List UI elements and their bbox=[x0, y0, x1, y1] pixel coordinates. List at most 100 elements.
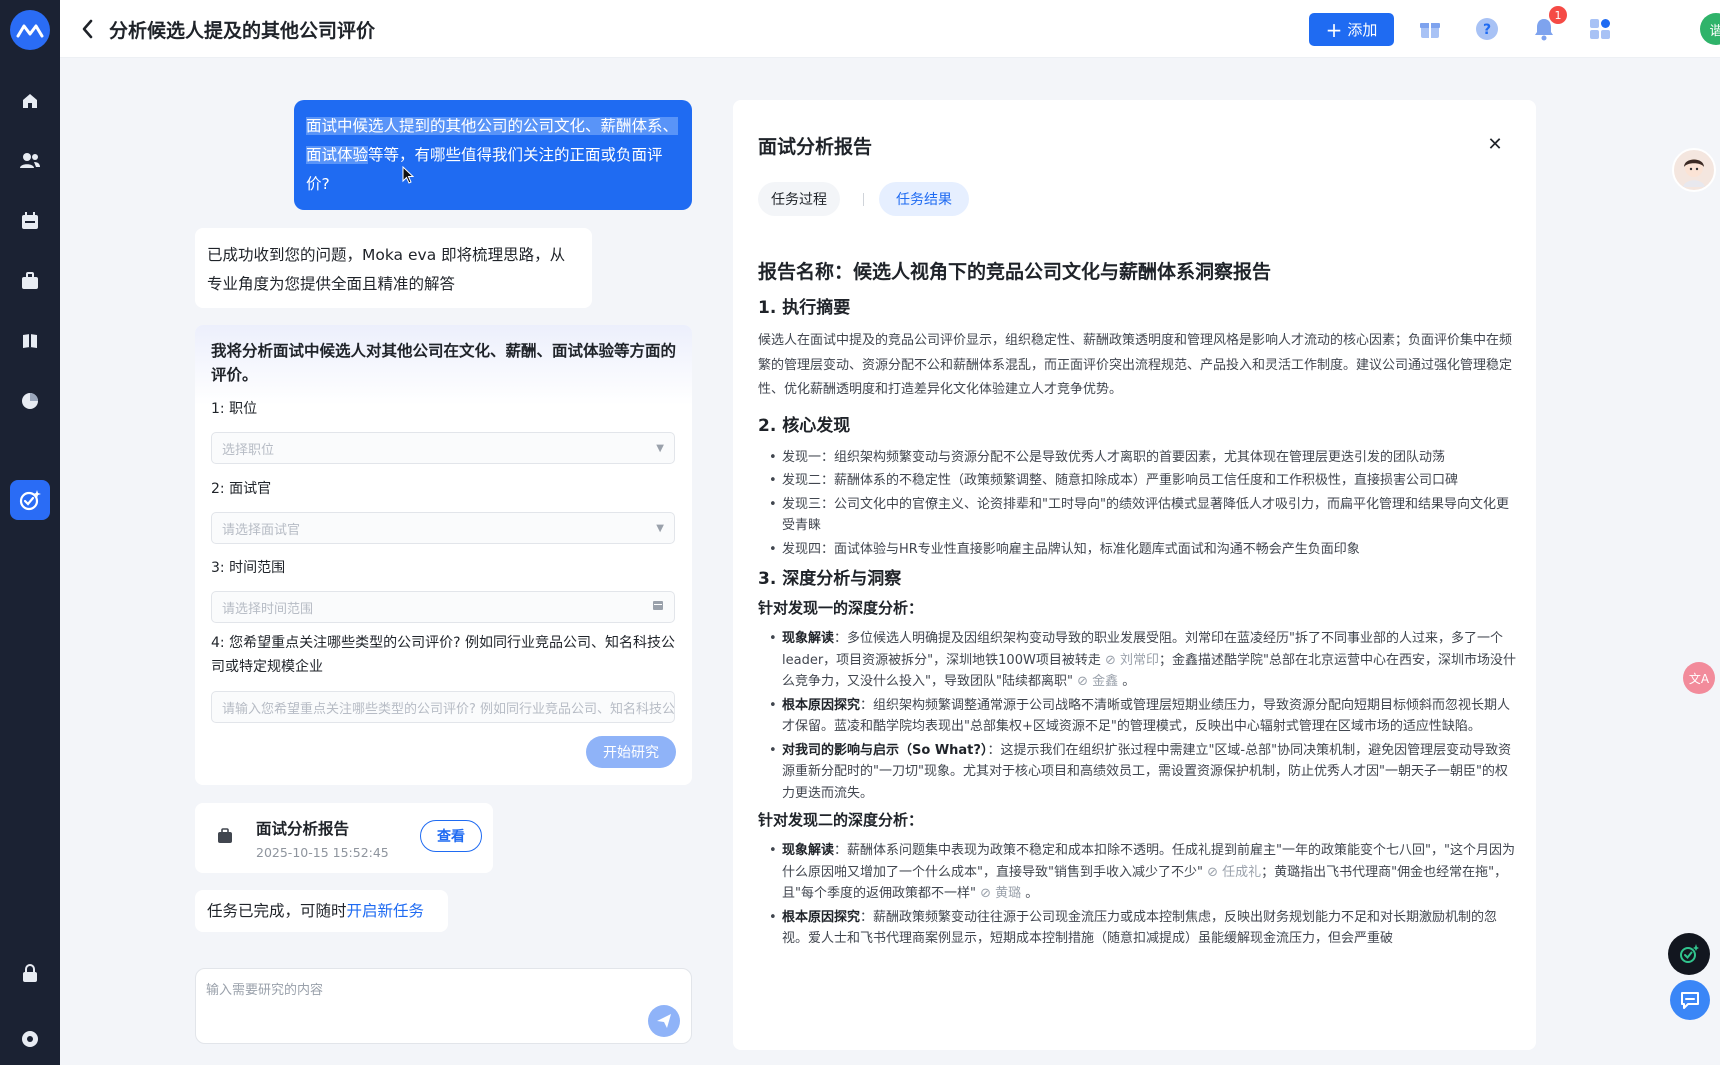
company-type-label: 4: 您希望重点关注哪些类型的公司评价? 例如同行业竞品公司、知名科技公司或特定… bbox=[211, 635, 675, 675]
user-avatar[interactable]: 谐 bbox=[1700, 13, 1720, 45]
time-range-label: 3: 时间范围 bbox=[211, 560, 286, 576]
calendar-icon bbox=[652, 599, 664, 615]
ai-assistant-icon[interactable] bbox=[10, 480, 50, 520]
home-icon[interactable] bbox=[15, 86, 45, 116]
citation-name: 金鑫 bbox=[1092, 674, 1119, 689]
list-item: 发现一：组织架构频繁变动与资源分配不公是导致优秀人才离职的首要因素，尤其体现在管… bbox=[758, 447, 1518, 469]
research-form-card: 我将分析面试中候选人对其他公司在文化、薪酬、面试体验等方面的评价。 1: 职位 … bbox=[195, 325, 692, 785]
time-range-picker[interactable]: 请选择时间范围 bbox=[211, 591, 675, 623]
book-icon[interactable] bbox=[15, 326, 45, 356]
citation-link[interactable]: ⊘ 金鑫 bbox=[1077, 674, 1118, 689]
subsection-title: 针对发现一的深度分析： bbox=[758, 599, 924, 617]
svg-text:?: ? bbox=[1483, 22, 1491, 38]
item-label: 根本原因探究 bbox=[782, 909, 861, 925]
briefcase-icon bbox=[217, 828, 233, 846]
citation-link[interactable]: ⊘ 任成礼 bbox=[1207, 865, 1261, 880]
apps-grid-icon[interactable] bbox=[1586, 15, 1614, 43]
position-label: 1: 职位 bbox=[211, 401, 258, 417]
view-report-button[interactable]: 查看 bbox=[420, 820, 482, 852]
list-item: 对我司的影响与启示（So What?）：这提示我们在组织扩张过程中需建立"区域-… bbox=[758, 740, 1518, 805]
bot-ack-message: 已成功收到您的问题，Moka eva 即将梳理思路，从专业角度为您提供全面且精准… bbox=[195, 228, 592, 308]
item-text: ：薪酬政策频繁变动往往源于公司现金流压力或成本控制焦虑，反映出财务规划能力不足和… bbox=[782, 909, 1498, 947]
company-type-placeholder: 请输入您希望重点关注哪些类型的公司评价? 例如同行业竞品公司、知名科技公司或特定… bbox=[222, 701, 675, 717]
citation-name: 任成礼 bbox=[1222, 864, 1262, 880]
list-item: 发现四：面试体验与HR专业性直接影响雇主品牌认知，标准化题库式面试和沟通不畅会产… bbox=[758, 539, 1518, 561]
top-header: 分析候选人提及的其他公司评价 + 添加 ? 1 谐 bbox=[60, 0, 1720, 58]
form-heading: 我将分析面试中候选人对其他公司在文化、薪酬、面试体验等方面的评价。 bbox=[211, 342, 677, 384]
send-icon bbox=[657, 1014, 671, 1028]
section-title: 3. 深度分析与洞察 bbox=[758, 569, 902, 589]
report-panel: 面试分析报告 ✕ 任务过程 任务结果 报告名称：候选人视角下的竞品公司文化与薪酬… bbox=[733, 100, 1536, 1050]
report-content: 报告名称：候选人视角下的竞品公司文化与薪酬体系洞察报告 1. 执行摘要 候选人在… bbox=[758, 255, 1518, 952]
send-button[interactable] bbox=[648, 1005, 680, 1037]
tab-task-result[interactable]: 任务结果 bbox=[879, 182, 969, 216]
gift-icon[interactable] bbox=[1416, 15, 1444, 43]
page-title: 分析候选人提及的其他公司评价 bbox=[109, 20, 376, 42]
item-label: 现象解读 bbox=[782, 843, 835, 858]
back-arrow-icon[interactable] bbox=[80, 18, 100, 40]
chat-composer[interactable]: 输入需要研究的内容 bbox=[195, 968, 692, 1044]
plus-icon: + bbox=[1325, 17, 1343, 42]
core-findings-list: 发现一：组织架构频繁变动与资源分配不公是导致优秀人才离职的首要因素，尤其体现在管… bbox=[758, 447, 1518, 561]
citation-link[interactable]: ⊘ 刘常印 bbox=[1105, 653, 1159, 668]
subsection-title: 针对发现二的深度分析： bbox=[758, 811, 924, 829]
time-range-placeholder: 请选择时间范围 bbox=[222, 601, 314, 617]
task-done-text: 任务已完成，可随时 bbox=[207, 902, 347, 920]
new-task-link[interactable]: 开启新任务 bbox=[347, 902, 425, 920]
ai-check-icon[interactable] bbox=[1668, 933, 1710, 975]
notification-badge: 1 bbox=[1549, 6, 1567, 24]
pie-chart-icon[interactable] bbox=[15, 386, 45, 416]
interviewer-select[interactable]: 请选择面试官 ▼ bbox=[211, 512, 675, 544]
settings-icon[interactable] bbox=[15, 1024, 45, 1054]
close-icon[interactable]: ✕ bbox=[1485, 134, 1505, 155]
citation-link[interactable]: ⊘ 黄璐 bbox=[980, 886, 1021, 901]
mouse-cursor-icon bbox=[402, 165, 415, 184]
company-type-input[interactable]: 请输入您希望重点关注哪些类型的公司评价? 例如同行业竞品公司、知名科技公司或特定… bbox=[211, 691, 675, 723]
list-item: 现象解读：薪酬体系问题集中表现为政策不稳定和成本扣除不透明。任成礼提到前雇主"一… bbox=[758, 840, 1518, 905]
tab-task-process[interactable]: 任务过程 bbox=[758, 182, 840, 216]
translate-widget-icon[interactable]: 文A bbox=[1683, 662, 1715, 694]
citation-name: 刘常印 bbox=[1120, 652, 1160, 668]
start-research-button[interactable]: 开始研究 bbox=[586, 736, 676, 768]
chat-support-icon[interactable] bbox=[1670, 980, 1710, 1020]
add-button[interactable]: + 添加 bbox=[1309, 13, 1394, 46]
add-button-label: 添加 bbox=[1347, 21, 1378, 39]
list-item: 发现二：薪酬体系的不稳定性（政策频繁调整、随意扣除成本）严重影响员工信任度和工作… bbox=[758, 470, 1518, 492]
lock-icon[interactable] bbox=[15, 958, 45, 988]
briefcase-icon[interactable] bbox=[15, 266, 45, 296]
chevron-down-icon: ▼ bbox=[656, 442, 664, 454]
help-icon[interactable]: ? bbox=[1473, 15, 1501, 43]
user-question-bubble: 面试中候选人提到的其他公司的公司文化、薪酬体系、面试体验等等，有哪些值得我们关注… bbox=[294, 100, 692, 210]
analysis-list: 现象解读：薪酬体系问题集中表现为政策不稳定和成本扣除不透明。任成礼提到前雇主"一… bbox=[758, 840, 1518, 950]
composer-placeholder: 输入需要研究的内容 bbox=[206, 983, 324, 998]
task-done-message: 任务已完成，可随时开启新任务 bbox=[195, 890, 448, 932]
item-label: 根本原因探究 bbox=[782, 697, 861, 713]
report-name: 报告名称：候选人视角下的竞品公司文化与薪酬体系洞察报告 bbox=[758, 261, 1272, 283]
report-file-card[interactable]: 面试分析报告 2025-10-15 15:52:45 查看 bbox=[195, 803, 493, 873]
people-icon[interactable] bbox=[15, 146, 45, 176]
position-select[interactable]: 选择职位 ▼ bbox=[211, 432, 675, 464]
moka-logo[interactable] bbox=[10, 10, 50, 50]
assistant-avatar-icon[interactable] bbox=[1672, 148, 1716, 192]
list-item: 根本原因探究：薪酬政策频繁变动往往源于公司现金流压力或成本控制焦虑，反映出财务规… bbox=[758, 907, 1518, 950]
item-label: 对我司的影响与启示（So What?） bbox=[782, 742, 988, 758]
list-item: 现象解读：多位候选人明确提及因组织架构变动导致的职业发展受阻。刘常印在蓝凌经历"… bbox=[758, 628, 1518, 693]
list-item: 发现三：公司文化中的官僚主义、论资排辈和"工时导向"的绩效评估模式显著降低人才吸… bbox=[758, 494, 1518, 537]
report-card-time: 2025-10-15 15:52:45 bbox=[256, 845, 389, 860]
list-item: 根本原因探究：组织架构频繁调整通常源于公司战略不清晰或管理层短期业绩压力，导致资… bbox=[758, 695, 1518, 738]
interviewer-select-placeholder: 请选择面试官 bbox=[222, 522, 301, 538]
item-text: ：组织架构频繁调整通常源于公司战略不清晰或管理层短期业绩压力，导致资源分配向短期… bbox=[782, 697, 1511, 735]
item-label: 现象解读 bbox=[782, 631, 835, 646]
interviewer-label: 2: 面试官 bbox=[211, 481, 272, 497]
chevron-down-icon: ▼ bbox=[656, 522, 664, 534]
calendar-icon[interactable] bbox=[15, 206, 45, 236]
item-text: 。 bbox=[1122, 674, 1136, 689]
item-text: 。 bbox=[1025, 886, 1039, 901]
section-title: 2. 核心发现 bbox=[758, 415, 851, 436]
panel-title: 面试分析报告 bbox=[758, 136, 873, 158]
analysis-list: 现象解读：多位候选人明确提及因组织架构变动导致的职业发展受阻。刘常印在蓝凌经历"… bbox=[758, 628, 1518, 804]
citation-name: 黄璐 bbox=[995, 886, 1022, 901]
report-card-title: 面试分析报告 bbox=[256, 820, 350, 838]
sidebar bbox=[0, 0, 60, 1065]
position-select-placeholder: 选择职位 bbox=[222, 442, 275, 458]
